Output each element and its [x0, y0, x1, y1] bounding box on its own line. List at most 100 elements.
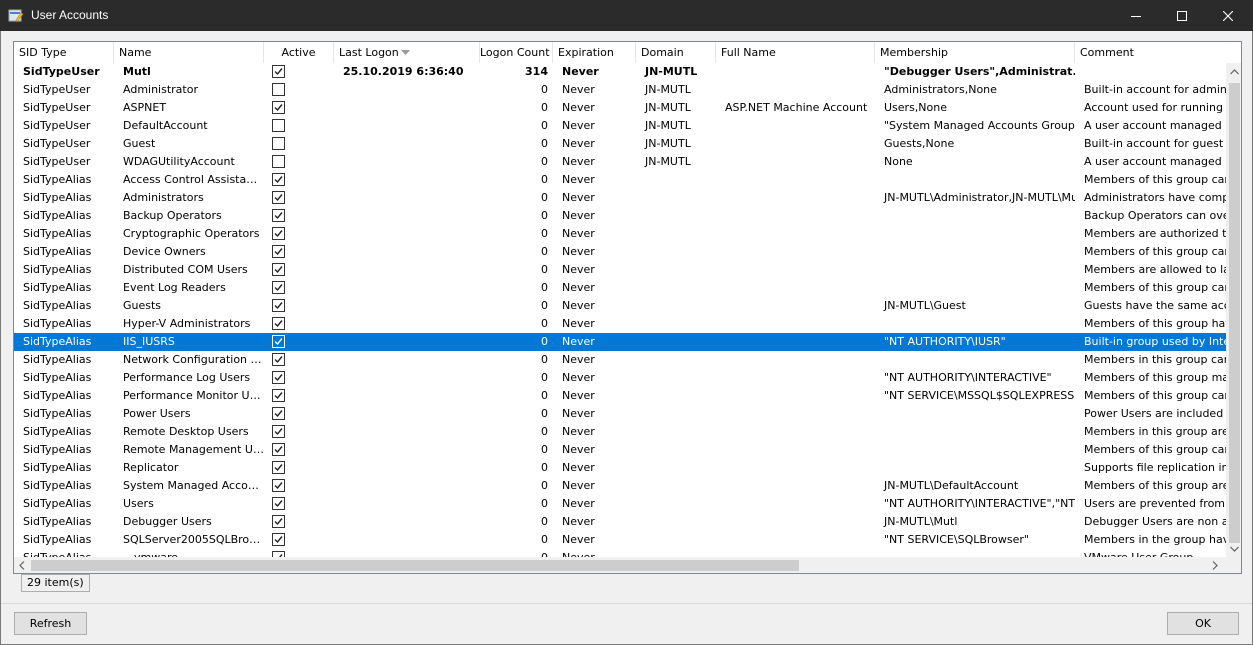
- cell-full-name: [716, 189, 875, 207]
- column-header-expiration[interactable]: Expiration: [553, 42, 636, 63]
- table-row[interactable]: SidTypeAlias Debugger Users 0 Never JN-MUTL\…: [14, 513, 1226, 531]
- table-row[interactable]: SidTypeUser WDAGUtilityAccount 0 Never JN-MU…: [14, 153, 1226, 171]
- cell-full-name: [716, 243, 875, 261]
- active-checkbox[interactable]: [272, 191, 285, 204]
- active-checkbox[interactable]: [272, 515, 285, 528]
- table-row[interactable]: SidTypeAlias Backup Operators 0 Never Backup…: [14, 207, 1226, 225]
- table-row[interactable]: SidTypeUser DefaultAccount 0 Never JN-MUTL "S…: [14, 117, 1226, 135]
- active-checkbox[interactable]: [272, 263, 285, 276]
- cell-domain: [636, 297, 716, 315]
- cell-domain: [636, 423, 716, 441]
- vertical-scroll-thumb[interactable]: [1229, 83, 1240, 543]
- table-row[interactable]: SidTypeAlias Administrators 0 Never JN-MUTL\…: [14, 189, 1226, 207]
- table-row[interactable]: SidTypeUser Guest 0 Never JN-MUTL Guests,None…: [14, 135, 1226, 153]
- active-checkbox[interactable]: [272, 119, 285, 132]
- table-row[interactable]: SidTypeAlias Power Users 0 Never Power Users…: [14, 405, 1226, 423]
- active-checkbox[interactable]: [272, 371, 285, 384]
- active-checkbox[interactable]: [272, 353, 285, 366]
- cell-comment: Members are allowed to launch: [1084, 263, 1226, 276]
- table-row[interactable]: SidTypeAlias Device Owners 0 Never Members o…: [14, 243, 1226, 261]
- horizontal-scrollbar[interactable]: [14, 557, 1226, 573]
- checkmark-icon: [274, 428, 283, 436]
- active-checkbox[interactable]: [272, 389, 285, 402]
- horizontal-scroll-thumb[interactable]: [31, 560, 799, 571]
- column-header-active[interactable]: Active: [264, 42, 334, 63]
- cell-comment: Members of this group can ac: [1084, 389, 1226, 402]
- table-row[interactable]: SidTypeAlias Remote Desktop Users 0 Never Me…: [14, 423, 1226, 441]
- column-header-logon-count[interactable]: Logon Count: [480, 42, 553, 63]
- column-header-full-name[interactable]: Full Name: [716, 42, 875, 63]
- table-row[interactable]: SidTypeAlias__vmware__ 0Never VMware User …: [14, 549, 1226, 557]
- active-checkbox[interactable]: [272, 83, 285, 96]
- active-checkbox[interactable]: [272, 461, 285, 474]
- column-header-comment[interactable]: Comment: [1075, 42, 1241, 63]
- active-checkbox[interactable]: [272, 155, 285, 168]
- table-row[interactable]: SidTypeUser Mutl 25.10.2019 6:36:40 314 Neve…: [14, 63, 1226, 81]
- column-header-membership[interactable]: Membership: [875, 42, 1075, 63]
- ok-button[interactable]: OK: [1167, 612, 1239, 635]
- table-row[interactable]: SidTypeAlias Hyper-V Administrators 0 Never…: [14, 315, 1226, 333]
- active-checkbox[interactable]: [272, 299, 285, 312]
- maximize-button[interactable]: [1159, 0, 1205, 31]
- scroll-down-icon[interactable]: [1230, 546, 1239, 552]
- cell-sid-type: SidTypeAlias: [23, 461, 92, 474]
- active-checkbox[interactable]: [272, 65, 285, 78]
- active-checkbox[interactable]: [272, 443, 285, 456]
- cell-domain: JN-MUTL: [645, 101, 691, 114]
- table-row[interactable]: SidTypeAlias Remote Management Users 0 Neve…: [14, 441, 1226, 459]
- scroll-up-icon[interactable]: [1230, 69, 1239, 75]
- minimize-button[interactable]: [1113, 0, 1159, 31]
- table-row[interactable]: SidTypeAlias Performance Monitor Users 0 Ne…: [14, 387, 1226, 405]
- table-row[interactable]: SidTypeUser Administrator 0 Never JN-MUTL Adm…: [14, 81, 1226, 99]
- cell-membership: JN-MUTL\Administrator,JN-MUTL\Mutl: [884, 191, 1075, 204]
- active-checkbox[interactable]: [272, 227, 285, 240]
- active-checkbox[interactable]: [272, 479, 285, 492]
- active-checkbox[interactable]: [272, 281, 285, 294]
- cell-last-logon: [334, 207, 480, 225]
- table-row[interactable]: SidTypeAlias IIS_IUSRS 0 Never "NT AUTHORITY…: [14, 333, 1226, 351]
- active-checkbox[interactable]: [272, 137, 285, 150]
- title-bar[interactable]: User Accounts: [0, 0, 1253, 31]
- cell-membership: Administrators,None: [884, 83, 997, 96]
- table-row[interactable]: SidTypeAlias Event Log Readers 0 Never Membe…: [14, 279, 1226, 297]
- active-checkbox[interactable]: [272, 317, 285, 330]
- table-row[interactable]: SidTypeAlias Cryptographic Operators 0 Neve…: [14, 225, 1226, 243]
- table-row[interactable]: SidTypeAlias Replicator 0 Never Supports fil…: [14, 459, 1226, 477]
- table-row[interactable]: SidTypeAlias Users 0 Never "NT AUTHORITY\INT…: [14, 495, 1226, 513]
- cell-full-name: [716, 459, 875, 477]
- table-row[interactable]: SidTypeAlias SQLServer2005SQLBrows... 0 Nev…: [14, 531, 1226, 549]
- user-accounts-table[interactable]: SID Type Name Active Last Logon Logon Co…: [13, 41, 1242, 574]
- active-checkbox[interactable]: [272, 101, 285, 114]
- column-header-name[interactable]: Name: [114, 42, 264, 63]
- table-row[interactable]: SidTypeUser ASPNET 0 Never JN-MUTL ASP.NET Ma…: [14, 99, 1226, 117]
- scroll-left-icon[interactable]: [19, 561, 25, 570]
- active-checkbox[interactable]: [272, 173, 285, 186]
- close-button[interactable]: [1205, 0, 1251, 31]
- active-checkbox[interactable]: [272, 209, 285, 222]
- cell-last-logon: [334, 495, 480, 513]
- active-checkbox[interactable]: [272, 497, 285, 510]
- active-checkbox[interactable]: [272, 425, 285, 438]
- active-checkbox[interactable]: [272, 533, 285, 546]
- table-row[interactable]: SidTypeAlias Access Control Assistance ..…: [14, 171, 1226, 189]
- refresh-button[interactable]: Refresh: [14, 612, 87, 635]
- scroll-right-icon[interactable]: [1212, 561, 1218, 570]
- cell-expiration: Never: [562, 407, 595, 420]
- table-row[interactable]: SidTypeAlias Guests 0 Never JN-MUTL\Guest Gue…: [14, 297, 1226, 315]
- cell-sid-type: SidTypeAlias: [23, 353, 92, 366]
- table-row[interactable]: SidTypeAlias System Managed Accoun... 0 Nev…: [14, 477, 1226, 495]
- vertical-scrollbar[interactable]: [1226, 63, 1241, 557]
- column-header-sid-type[interactable]: SID Type: [14, 42, 114, 63]
- table-row[interactable]: SidTypeAlias Performance Log Users 0 Never "…: [14, 369, 1226, 387]
- cell-domain: [636, 549, 716, 557]
- cell-sid-type: SidTypeAlias: [23, 299, 92, 312]
- active-checkbox[interactable]: [272, 335, 285, 348]
- active-checkbox[interactable]: [272, 407, 285, 420]
- cell-membership: [875, 279, 1075, 297]
- active-checkbox[interactable]: [272, 245, 285, 258]
- cell-name: Guest: [123, 137, 156, 150]
- column-header-domain[interactable]: Domain: [636, 42, 716, 63]
- table-row[interactable]: SidTypeAlias Network Configuration O... 0 N…: [14, 351, 1226, 369]
- table-row[interactable]: SidTypeAlias Distributed COM Users 0 Never M…: [14, 261, 1226, 279]
- cell-comment: Built-in group used by Internet: [1084, 335, 1226, 348]
